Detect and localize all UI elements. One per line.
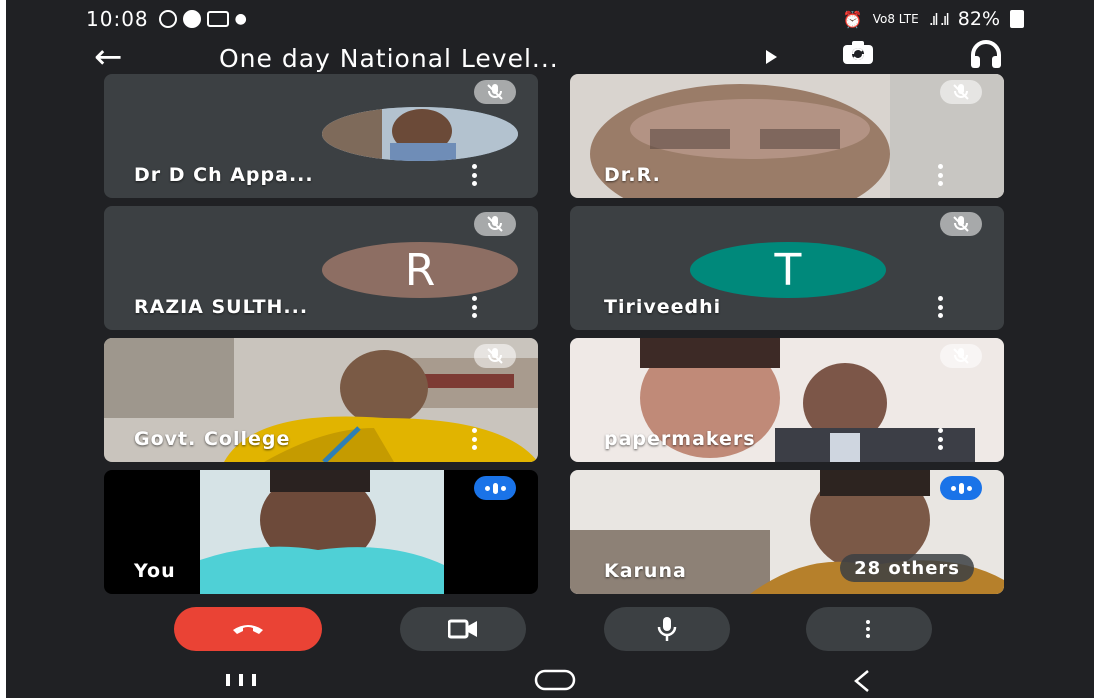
phone-hangup-icon (233, 625, 263, 634)
participant-name: Govt. College (134, 428, 291, 450)
alarm-icon: ⏰ (842, 9, 863, 29)
record-icon (182, 10, 201, 28)
muted-mic-icon (474, 80, 516, 104)
muted-mic-icon (474, 212, 516, 236)
participant-avatar: T (690, 242, 886, 298)
participant-tile[interactable]: R RAZIA SULTH... (104, 206, 538, 330)
more-vert-icon[interactable] (470, 296, 478, 318)
participant-name: Tiriveedhi (604, 296, 722, 318)
status-bar: 10:08 ● ⏰ Vo8 LTE .ıl .ıl 82% (86, 6, 1024, 32)
whatsapp-icon (158, 10, 177, 28)
call-controls (6, 607, 1094, 651)
muted-mic-icon (940, 344, 982, 368)
headphones-icon[interactable] (968, 40, 1004, 70)
home-icon[interactable] (534, 669, 576, 691)
muted-mic-icon (940, 80, 982, 104)
participant-tile[interactable]: T Tiriveedhi (570, 206, 1004, 330)
more-vert-icon (866, 620, 872, 638)
gallery-icon (206, 11, 229, 27)
dot-icon: ● (234, 11, 247, 27)
self-video (200, 470, 444, 594)
more-options-button[interactable] (806, 607, 932, 651)
participant-name: papermakers (604, 428, 756, 450)
speaking-indicator-icon (940, 476, 982, 500)
meeting-title[interactable]: One day National Level... (219, 44, 559, 73)
participant-tile[interactable]: papermakers (570, 338, 1004, 462)
participant-name: Karuna (604, 560, 687, 582)
recent-apps-icon[interactable] (224, 672, 258, 688)
participant-tile[interactable]: Karuna 28 others (570, 470, 1004, 594)
system-nav-bar (6, 660, 1094, 698)
participant-tile[interactable]: Dr.R. (570, 74, 1004, 198)
participant-tile[interactable]: Govt. College (104, 338, 538, 462)
participant-name: You (134, 560, 176, 582)
mic-toggle-button[interactable] (604, 607, 730, 651)
signal-icon: .ıl .ıl (928, 9, 950, 29)
camera-flip-icon[interactable] (840, 38, 876, 68)
participant-avatar: R (322, 242, 518, 298)
play-icon[interactable] (766, 50, 777, 64)
more-vert-icon[interactable] (470, 428, 478, 450)
arrow-left-icon[interactable]: ← (94, 40, 123, 74)
others-count-badge[interactable]: 28 others (840, 554, 974, 582)
camera-toggle-button[interactable] (400, 607, 526, 651)
meet-screen: 10:08 ● ⏰ Vo8 LTE .ıl .ıl 82% ← One day … (6, 0, 1094, 698)
muted-mic-icon (474, 344, 516, 368)
speaking-indicator-icon (474, 476, 516, 500)
back-nav-icon[interactable] (852, 669, 872, 693)
more-vert-icon[interactable] (936, 296, 944, 318)
more-vert-icon[interactable] (936, 164, 944, 186)
videocam-icon (448, 619, 477, 639)
participant-tile[interactable]: Dr D Ch Appa... (104, 74, 538, 198)
more-vert-icon[interactable] (936, 428, 944, 450)
participant-name: Dr D Ch Appa... (134, 164, 314, 186)
more-vert-icon[interactable] (470, 164, 478, 186)
network-label: Vo8 LTE (872, 12, 919, 26)
participant-name: Dr.R. (604, 164, 661, 186)
muted-mic-icon (940, 212, 982, 236)
participant-name: RAZIA SULTH... (134, 296, 309, 318)
participant-photo (322, 107, 518, 161)
status-time: 10:08 (86, 7, 149, 31)
battery-icon (1010, 10, 1024, 28)
mic-icon (657, 617, 677, 641)
end-call-button[interactable] (174, 607, 322, 651)
self-tile[interactable]: You (104, 470, 538, 594)
battery-percent: 82% (957, 8, 1000, 30)
